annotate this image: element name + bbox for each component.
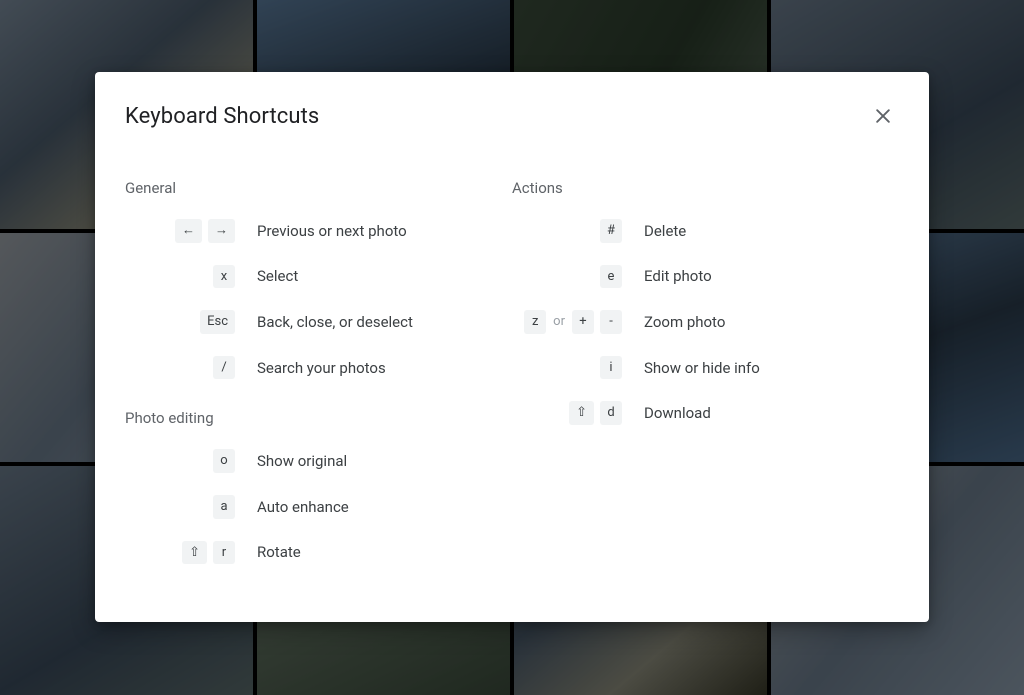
key: / [213, 356, 235, 380]
shortcut-description: Delete [644, 222, 686, 240]
shortcut-description: Previous or next photo [257, 222, 407, 240]
shortcut-row: a Auto enhance [125, 495, 512, 519]
section-title: General [125, 179, 512, 197]
key: i [600, 356, 622, 380]
key: o [213, 449, 235, 473]
shortcut-description: Show original [257, 452, 347, 470]
shortcut-row: Esc Back, close, or deselect [125, 310, 512, 334]
shortcut-row: e Edit photo [512, 265, 899, 289]
section-title: Actions [512, 179, 899, 197]
shortcut-row: / Search your photos [125, 356, 512, 380]
key: # [600, 219, 622, 243]
shortcut-description: Edit photo [644, 267, 712, 285]
section-actions: Actions # Delete e Edit photo z [512, 179, 899, 425]
dialog-title: Keyboard Shortcuts [125, 104, 319, 129]
key: ⇧ [569, 401, 594, 425]
shortcut-row: ⇧ r Rotate [125, 541, 512, 565]
shortcut-row: z or + - Zoom photo [512, 310, 899, 334]
section-photo-editing: Photo editing o Show original a Auto enh… [125, 409, 512, 564]
shortcut-description: Rotate [257, 543, 301, 561]
shortcut-description: Auto enhance [257, 498, 349, 516]
close-icon [873, 106, 893, 129]
key: + [572, 310, 594, 334]
key: z [524, 310, 546, 334]
key: → [208, 219, 235, 243]
shortcut-row: i Show or hide info [512, 356, 899, 380]
shortcut-description: Show or hide info [644, 359, 760, 377]
key: r [213, 541, 235, 565]
section-general: General ← → Previous or next photo x Sel… [125, 179, 512, 379]
shortcut-row: ← → Previous or next photo [125, 219, 512, 243]
shortcut-row: o Show original [125, 449, 512, 473]
shortcut-row: x Select [125, 265, 512, 289]
shortcut-description: Back, close, or deselect [257, 313, 413, 331]
shortcut-description: Zoom photo [644, 313, 725, 331]
shortcut-description: Search your photos [257, 359, 386, 377]
left-column: General ← → Previous or next photo x Sel… [125, 179, 512, 586]
shortcut-row: ⇧ d Download [512, 401, 899, 425]
close-button[interactable] [867, 100, 899, 135]
shortcut-row: # Delete [512, 219, 899, 243]
section-title: Photo editing [125, 409, 512, 427]
right-column: Actions # Delete e Edit photo z [512, 179, 899, 586]
key: Esc [200, 310, 235, 334]
key: e [600, 265, 622, 289]
key: x [213, 265, 235, 289]
key: - [600, 310, 622, 334]
key-separator: or [552, 314, 566, 329]
key: ← [175, 219, 202, 243]
shortcut-description: Download [644, 404, 711, 422]
shortcut-description: Select [257, 267, 298, 285]
key: ⇧ [182, 541, 207, 565]
key: a [213, 495, 235, 519]
keyboard-shortcuts-dialog: Keyboard Shortcuts General ← → Previous … [95, 72, 929, 622]
key: d [600, 401, 622, 425]
